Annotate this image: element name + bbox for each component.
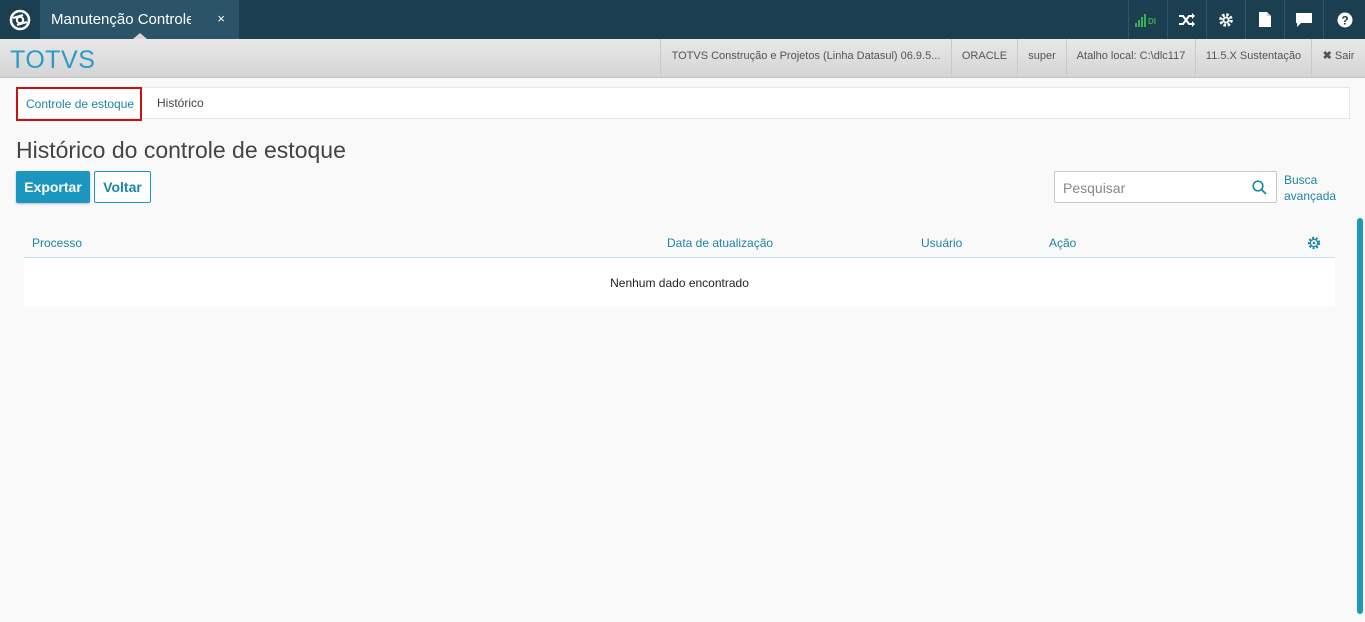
breadcrumb-item-controle-estoque[interactable]: Controle de estoque [16,87,142,121]
breadcrumb-item-historico: Histórico [157,96,204,110]
page-title: Histórico do controle de estoque [16,137,346,163]
version-label: 11.5.X Sustentação [1195,39,1311,77]
app-header: TOTVS TOTVS Construção e Projetos (Linha… [0,39,1365,78]
help-icon[interactable]: ? [1323,0,1365,39]
advanced-search-label-line2: avançada [1284,189,1337,203]
totvs-logo-icon[interactable] [0,0,39,39]
local-shortcut: Atalho local: C:\dlc117 [1066,39,1195,77]
export-button[interactable]: Exportar [16,171,90,203]
brand-logo: TOTVS [10,46,96,74]
advanced-search-link[interactable]: Busca avançada [1284,172,1336,204]
gear-icon[interactable] [1206,0,1245,39]
search-input[interactable] [1063,178,1243,198]
product-name: TOTVS Construção e Projetos (Linha Datas… [660,39,951,77]
document-icon[interactable] [1245,0,1284,39]
empty-state-message: Nenhum dado encontrado [610,276,749,290]
shuffle-icon[interactable] [1167,0,1206,39]
chat-icon[interactable] [1284,0,1323,39]
tab-label: Manutenção Controle de Estoque [51,11,191,28]
vertical-scrollbar[interactable] [1357,218,1363,614]
user-name: super [1017,39,1066,77]
logout-button[interactable]: ✖ Sair [1311,39,1365,77]
column-header-usuario[interactable]: Usuário [921,236,962,250]
tab-manutencao-controle[interactable]: Manutenção Controle de Estoque × [40,0,239,39]
search-field [1054,171,1277,203]
close-tab-icon[interactable]: × [217,11,225,26]
column-settings-gear-icon[interactable] [1307,236,1321,255]
close-icon: ✖ [1322,50,1332,62]
database-name: ORACLE [951,39,1017,77]
column-header-data-atualizacao[interactable]: Data de atualização [667,236,773,250]
signal-icon[interactable]: DI [1128,0,1167,39]
back-button[interactable]: Voltar [94,171,151,203]
table-header: Processo Data de atualização Usuário Açã… [24,228,1335,258]
signal-label: DI [1148,17,1156,26]
history-table: Processo Data de atualização Usuário Açã… [24,228,1335,306]
search-icon[interactable] [1252,180,1267,200]
svg-text:?: ? [1341,13,1348,27]
column-header-acao[interactable]: Ação [1049,236,1076,250]
breadcrumb: Controle de estoque Histórico [16,87,1350,121]
advanced-search-label-line1: Busca [1284,173,1318,187]
top-navigation-bar: Manutenção Controle de Estoque × DI [0,0,1365,39]
column-header-processo[interactable]: Processo [32,236,82,250]
logout-label: Sair [1334,50,1355,62]
